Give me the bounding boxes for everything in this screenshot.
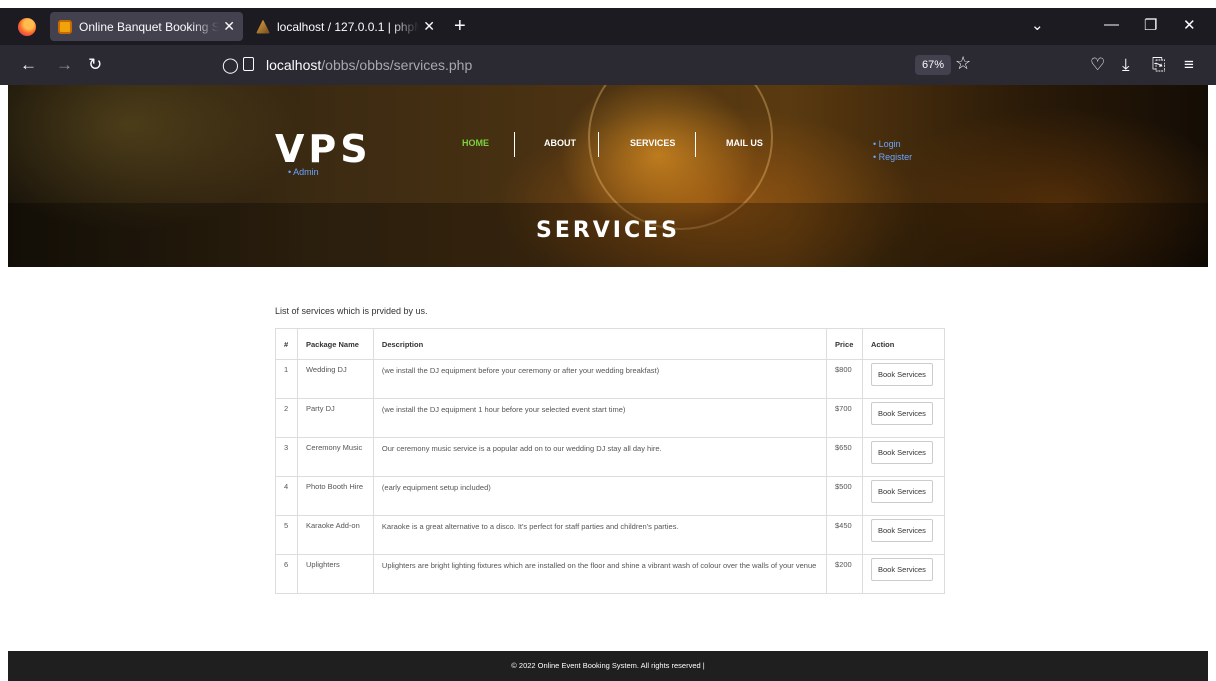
admin-link[interactable]: • Admin — [288, 167, 319, 177]
row-num: 4 — [275, 476, 298, 516]
nav-divider — [598, 132, 599, 157]
book-services-button[interactable]: Book Services — [871, 402, 933, 425]
nav-services[interactable]: SERVICES — [630, 138, 675, 148]
nav-about[interactable]: ABOUT — [544, 138, 576, 148]
package-name: Wedding DJ — [296, 359, 374, 399]
package-name: Uplighters — [296, 554, 374, 594]
book-services-button[interactable]: Book Services — [871, 519, 933, 542]
back-arrow-icon[interactable]: ← — [20, 55, 37, 75]
action-cell: Book Services — [862, 359, 945, 399]
zoom-level[interactable]: 67% — [915, 55, 951, 75]
col-header-num: # — [275, 328, 298, 360]
table-row: 2 Party DJ (we install the DJ equipment … — [275, 398, 945, 438]
table-header-row: # Package Name Description Price Action — [275, 328, 945, 360]
action-cell: Book Services — [862, 554, 945, 594]
col-header-price: Price — [826, 328, 863, 360]
package-description: (early equipment setup included) — [372, 476, 828, 516]
package-name: Photo Booth Hire — [296, 476, 374, 516]
table-row: 1 Wedding DJ (we install the DJ equipmen… — [275, 359, 945, 399]
package-name: Party DJ — [296, 398, 374, 438]
col-header-action: Action — [862, 328, 945, 360]
tab-phpmyadmin[interactable]: localhost / 127.0.0.1 | phpMyAdmin ✕ — [248, 12, 443, 41]
package-description: Uplighters are bright lighting fixtures … — [372, 554, 828, 594]
site-logo[interactable]: VPS — [275, 127, 372, 171]
services-table: # Package Name Description Price Action … — [275, 328, 945, 594]
table-row: 6 Uplighters Uplighters are bright light… — [275, 554, 945, 594]
book-services-button[interactable]: Book Services — [871, 363, 933, 386]
forward-arrow-icon[interactable]: → — [56, 55, 73, 75]
package-price: $450 — [826, 515, 863, 555]
package-price: $700 — [826, 398, 863, 438]
tab-title: Online Banquet Booking System — [79, 19, 220, 34]
nav-divider — [514, 132, 515, 157]
restore-icon[interactable]: ❐ — [1144, 16, 1157, 34]
row-num: 2 — [275, 398, 298, 438]
extensions-icon[interactable]: ⎘ — [1152, 55, 1166, 75]
table-row: 3 Ceremony Music Our ceremony music serv… — [275, 437, 945, 477]
package-description: (we install the DJ equipment 1 hour befo… — [372, 398, 828, 438]
site-footer: © 2022 Online Event Booking System. All … — [8, 651, 1208, 681]
page-title: SERVICES — [535, 218, 681, 243]
package-price: $650 — [826, 437, 863, 477]
star-icon[interactable]: ☆ — [955, 53, 971, 74]
package-price: $800 — [826, 359, 863, 399]
reload-icon[interactable]: ↻ — [88, 55, 102, 75]
package-description: (we install the DJ equipment before your… — [372, 359, 828, 399]
pocket-icon[interactable]: ♡ — [1090, 55, 1105, 75]
book-services-button[interactable]: Book Services — [871, 480, 933, 503]
row-num: 6 — [275, 554, 298, 594]
col-header-description: Description — [372, 328, 828, 360]
action-cell: Book Services — [862, 437, 945, 477]
services-intro: List of services which is prvided by us. — [275, 306, 428, 316]
package-price: $200 — [826, 554, 863, 594]
tracking-shield-icon[interactable]: ◯ — [222, 56, 239, 74]
url-text[interactable]: localhost/obbs/obbs/services.php — [266, 57, 472, 73]
action-cell: Book Services — [862, 515, 945, 555]
nav-home[interactable]: HOME — [462, 138, 489, 148]
package-price: $500 — [826, 476, 863, 516]
package-description: Karaoke is a great alternative to a disc… — [372, 515, 828, 555]
tab-title: localhost / 127.0.0.1 | phpMyAdmin — [277, 19, 420, 34]
download-icon[interactable]: ⤓ — [1122, 55, 1130, 75]
table-row: 5 Karaoke Add-on Karaoke is a great alte… — [275, 515, 945, 555]
row-num: 5 — [275, 515, 298, 555]
list-all-tabs-icon[interactable]: ⌄ — [1031, 16, 1044, 34]
url-bar[interactable]: ◯ localhost/obbs/obbs/services.php 67% ☆ — [210, 50, 980, 80]
package-name: Ceremony Music — [296, 437, 374, 477]
col-header-package: Package Name — [296, 328, 374, 360]
new-tab-button[interactable]: + — [454, 14, 466, 38]
page-info-icon[interactable] — [243, 57, 254, 71]
minimize-icon[interactable]: — — [1104, 16, 1119, 33]
navigation-toolbar: ← → ↻ ◯ localhost/obbs/obbs/services.php… — [0, 45, 1216, 85]
table-row: 4 Photo Booth Hire (early equipment setu… — [275, 476, 945, 516]
window-close-icon[interactable]: ✕ — [1183, 16, 1196, 34]
firefox-icon[interactable] — [18, 18, 36, 36]
favicon-icon — [58, 19, 72, 34]
register-link[interactable]: • Register — [873, 152, 912, 162]
nav-mail-us[interactable]: MAIL US — [726, 138, 763, 148]
tab-close-icon[interactable]: ✕ — [423, 18, 435, 35]
row-num: 3 — [275, 437, 298, 477]
package-name: Karaoke Add-on — [296, 515, 374, 555]
action-cell: Book Services — [862, 476, 945, 516]
login-link[interactable]: • Login — [873, 139, 901, 149]
package-description: Our ceremony music service is a popular … — [372, 437, 828, 477]
row-num: 1 — [275, 359, 298, 399]
page-viewport: VPS • Admin HOME ABOUT SERVICES MAIL US … — [0, 85, 1216, 681]
book-services-button[interactable]: Book Services — [871, 558, 933, 581]
book-services-button[interactable]: Book Services — [871, 441, 933, 464]
tab-close-icon[interactable]: ✕ — [223, 18, 235, 35]
phpmyadmin-favicon-icon — [256, 19, 270, 34]
tab-bar: Online Banquet Booking System ✕ localhos… — [0, 8, 1216, 45]
action-cell: Book Services — [862, 398, 945, 438]
tab-banquet[interactable]: Online Banquet Booking System ✕ — [50, 12, 243, 41]
window-top-edge — [0, 0, 1216, 8]
hero-banner: VPS • Admin HOME ABOUT SERVICES MAIL US … — [8, 85, 1208, 267]
hamburger-menu-icon[interactable]: ≡ — [1184, 55, 1194, 75]
nav-divider — [695, 132, 696, 157]
